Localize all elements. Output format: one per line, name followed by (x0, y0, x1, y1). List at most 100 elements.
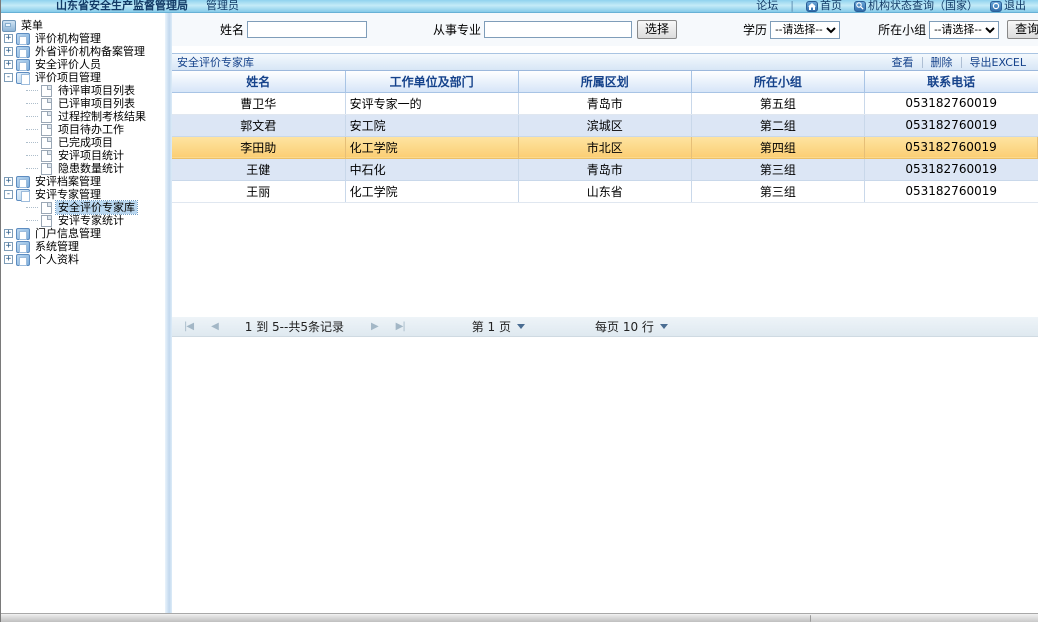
expand-icon[interactable]: + (4, 177, 13, 186)
table-cell: 王健 (172, 158, 345, 180)
name-input[interactable] (247, 21, 367, 38)
table-row[interactable]: 郭文君安工院滨城区第二组053182760019 (172, 114, 1038, 136)
sidebar-item[interactable]: + 系统管理 (1, 240, 165, 253)
sidebar-item[interactable]: 项目待办工作 (1, 123, 165, 136)
first-page-icon[interactable]: |◀ (184, 321, 193, 332)
choose-button[interactable]: 选择 (637, 20, 677, 39)
folder-open-icon (16, 189, 30, 201)
org-status-link[interactable]: 机构状态查询（国家） (854, 0, 978, 12)
sidebar-item-label[interactable]: 个人资料 (33, 253, 81, 266)
sidebar-item[interactable]: 过程控制考核结果 (1, 110, 165, 123)
page-number-label: 第 1 页 (472, 318, 511, 335)
table-cell: 化工学院 (345, 180, 518, 202)
sidebar-item[interactable]: 已评审项目列表 (1, 97, 165, 110)
sidebar-item[interactable]: + 个人资料 (1, 253, 165, 266)
sidebar-item[interactable]: 隐患数量统计 (1, 162, 165, 175)
column-header[interactable]: 工作单位及部门 (345, 71, 518, 92)
sidebar-item[interactable]: 安全评价专家库 (1, 201, 165, 214)
education-select[interactable]: --请选择-- (770, 21, 840, 39)
name-field-label: 姓名 (220, 21, 244, 38)
sidebar-item-label[interactable]: 安全评价专家库 (56, 201, 137, 214)
sidebar-item-label[interactable]: 外省评价机构备案管理 (33, 45, 147, 58)
table-empty-area (172, 203, 1038, 316)
sidebar-item[interactable]: + 门户信息管理 (1, 227, 165, 240)
tree-connector (26, 155, 38, 156)
next-page-icon[interactable]: ▶ (371, 321, 378, 332)
table-row[interactable]: 曹卫华安评专家一的青岛市第五组053182760019 (172, 92, 1038, 114)
sidebar-item[interactable]: - 评价项目管理 (1, 71, 165, 84)
folder-icon (16, 176, 30, 188)
sidebar-item-label[interactable]: 已评审项目列表 (56, 97, 137, 110)
sidebar-item[interactable]: + 外省评价机构备案管理 (1, 45, 165, 58)
sidebar-item[interactable]: 待评审项目列表 (1, 84, 165, 97)
sidebar-item-label[interactable]: 安评专家管理 (33, 188, 103, 201)
column-header[interactable]: 联系电话 (864, 71, 1037, 92)
scrollbar-thumb[interactable] (1, 615, 811, 622)
table-row[interactable]: 王健中石化青岛市第三组053182760019 (172, 158, 1038, 180)
home-link[interactable]: 首页 (806, 0, 842, 12)
profession-input[interactable] (484, 21, 632, 38)
delete-button[interactable]: 删除 (923, 54, 961, 70)
expand-icon[interactable]: + (4, 47, 13, 56)
view-button[interactable]: 查看 (884, 54, 922, 70)
sidebar-item-label[interactable]: 系统管理 (33, 240, 81, 253)
page-icon (41, 163, 52, 175)
sidebar-item-label[interactable]: 门户信息管理 (33, 227, 103, 240)
chevron-down-icon (660, 324, 668, 329)
sidebar-item[interactable]: 安评项目统计 (1, 149, 165, 162)
sidebar-item-label[interactable]: 待评审项目列表 (56, 84, 137, 97)
table-row[interactable]: 李田助化工学院市北区第四组053182760019 (172, 136, 1038, 158)
table-cell: 王丽 (172, 180, 345, 202)
sidebar-item-label[interactable]: 安评档案管理 (33, 175, 103, 188)
forum-link[interactable]: 论坛 (756, 0, 778, 12)
tree-connector (26, 103, 38, 104)
page-number-dropdown[interactable]: 第 1 页 (472, 318, 525, 335)
sidebar-root: 菜单 (1, 19, 165, 32)
page-icon (41, 111, 52, 123)
logout-link[interactable]: 退出 (990, 0, 1026, 12)
sidebar-item[interactable]: 已完成项目 (1, 136, 165, 149)
tree-connector (26, 220, 38, 221)
collapse-icon[interactable]: - (4, 190, 13, 199)
sidebar-item-label[interactable]: 项目待办工作 (56, 123, 126, 136)
table-cell: 053182760019 (864, 158, 1037, 180)
expand-icon[interactable]: + (4, 60, 13, 69)
horizontal-scrollbar[interactable] (1, 613, 1038, 622)
column-header[interactable]: 所在小组 (691, 71, 864, 92)
table-cell: 第三组 (691, 180, 864, 202)
sidebar-item[interactable]: + 评价机构管理 (1, 32, 165, 45)
query-button[interactable]: 查询 (1007, 20, 1038, 39)
sidebar-item-label[interactable]: 安评专家统计 (56, 214, 126, 227)
sidebar-item[interactable]: + 安全评价人员 (1, 58, 165, 71)
prev-page-icon[interactable]: ◀ (211, 321, 218, 332)
column-header[interactable]: 所属区划 (518, 71, 691, 92)
sidebar-item[interactable]: 安评专家统计 (1, 214, 165, 227)
column-header[interactable]: 姓名 (172, 71, 345, 92)
sidebar-item[interactable]: + 安评档案管理 (1, 175, 165, 188)
sidebar-divider[interactable] (165, 13, 172, 613)
sidebar-item-label[interactable]: 评价机构管理 (33, 32, 103, 45)
group-select[interactable]: --请选择-- (929, 21, 999, 39)
last-page-icon[interactable]: ▶| (396, 321, 405, 332)
table-cell: 安工院 (345, 114, 518, 136)
expand-icon[interactable]: + (4, 255, 13, 264)
tree-connector (26, 142, 38, 143)
sidebar-item-label[interactable]: 安全评价人员 (33, 58, 103, 71)
expand-icon[interactable]: + (4, 242, 13, 251)
expand-icon[interactable]: + (4, 34, 13, 43)
pagination-bar: |◀ ◀ 1 到 5--共5条记录 ▶ ▶| 第 1 页 每页 10 行 (172, 316, 1038, 337)
folder-open-icon (16, 72, 30, 84)
export-excel-button[interactable]: 导出EXCEL (962, 54, 1034, 70)
expand-icon[interactable]: + (4, 229, 13, 238)
sidebar-item-label[interactable]: 安评项目统计 (56, 149, 126, 162)
sidebar-item-label[interactable]: 已完成项目 (56, 136, 115, 149)
sidebar-item-label[interactable]: 评价项目管理 (33, 71, 103, 84)
sidebar-item-label[interactable]: 过程控制考核结果 (56, 110, 148, 123)
table-cell: 青岛市 (518, 158, 691, 180)
computer-icon (2, 20, 16, 32)
sidebar-item-label[interactable]: 隐患数量统计 (56, 162, 126, 175)
collapse-icon[interactable]: - (4, 73, 13, 82)
sidebar-item[interactable]: - 安评专家管理 (1, 188, 165, 201)
table-row[interactable]: 王丽化工学院山东省第三组053182760019 (172, 180, 1038, 202)
page-size-dropdown[interactable]: 每页 10 行 (595, 318, 668, 335)
